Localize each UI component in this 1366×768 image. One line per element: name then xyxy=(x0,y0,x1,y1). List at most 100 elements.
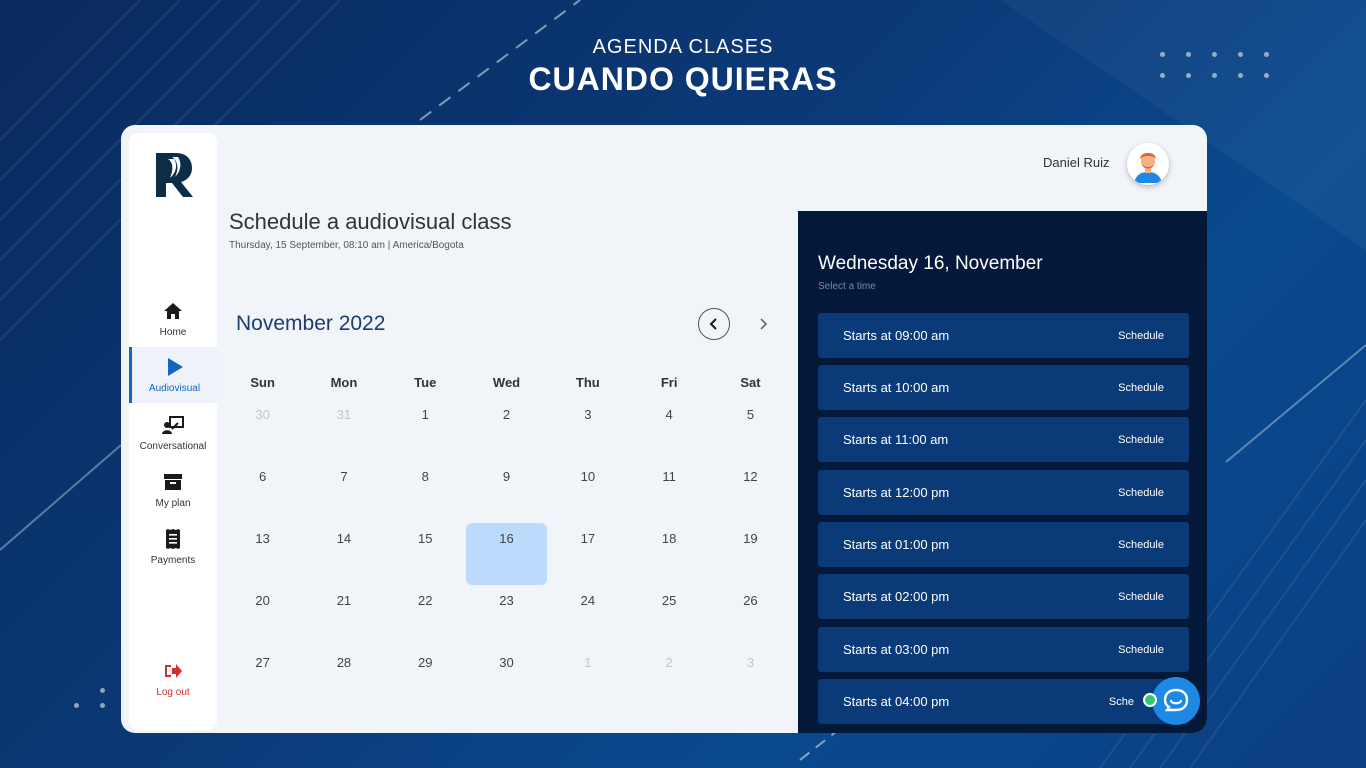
prev-month-button[interactable] xyxy=(698,308,730,340)
calendar-day[interactable]: 19 xyxy=(710,523,791,585)
time-slot[interactable]: Starts at 01:00 pm Schedule xyxy=(818,522,1189,567)
sidebar-item-home[interactable]: Home xyxy=(129,291,217,347)
slot-time: Starts at 03:00 pm xyxy=(843,642,950,657)
schedule-button[interactable]: Schedule xyxy=(1118,330,1164,342)
chat-widget-button[interactable] xyxy=(1152,677,1200,725)
weekday-label: Wed xyxy=(492,375,521,390)
schedule-button[interactable]: Sche xyxy=(1109,696,1134,708)
sidebar-item-audiovisual[interactable]: Audiovisual xyxy=(129,347,217,403)
time-slot[interactable]: Starts at 03:00 pm Schedule xyxy=(818,627,1189,672)
calendar-day[interactable]: 18 xyxy=(628,523,709,585)
schedule-button[interactable]: Schedule xyxy=(1118,539,1164,551)
weekday-label: Mon xyxy=(330,375,358,390)
time-slot[interactable]: Starts at 11:00 am Schedule xyxy=(818,417,1189,462)
calendar-day[interactable]: 15 xyxy=(385,523,466,585)
calendar-month: November 2022 xyxy=(236,312,386,335)
logout-label: Log out xyxy=(156,687,190,698)
calendar-day[interactable]: 3 xyxy=(547,399,628,461)
next-month-button[interactable] xyxy=(753,311,773,337)
weekday-label: Sat xyxy=(740,375,761,390)
slot-time: Starts at 12:00 pm xyxy=(843,485,950,500)
calendar-day[interactable]: 9 xyxy=(466,461,547,523)
calendar-day[interactable]: 25 xyxy=(628,585,709,647)
weekday-label: Sun xyxy=(250,375,275,390)
sidebar-item-label: My plan xyxy=(155,498,191,509)
weekday-label: Tue xyxy=(414,375,437,390)
app-window: Home Audiovisual Conversational My plan … xyxy=(121,125,1207,733)
calendar-day[interactable]: 21 xyxy=(303,585,384,647)
schedule-button[interactable]: Schedule xyxy=(1118,591,1164,603)
archive-icon xyxy=(162,471,184,493)
calendar-day-outside: 3 xyxy=(746,655,755,670)
schedule-button[interactable]: Schedule xyxy=(1118,644,1164,656)
calendar-day[interactable]: 7 xyxy=(303,461,384,523)
calendar-day[interactable]: 23 xyxy=(466,585,547,647)
chevron-right-icon xyxy=(760,318,768,330)
calendar-day[interactable]: 26 xyxy=(710,585,791,647)
sidebar-item-label: Home xyxy=(159,327,187,338)
sidebar-item-label: Conversational xyxy=(139,441,207,452)
home-icon xyxy=(162,300,184,322)
sidebar-item-label: Payments xyxy=(150,555,196,566)
brand-logo xyxy=(156,153,193,197)
calendar-day[interactable]: 28 xyxy=(303,647,384,709)
calendar-day-outside: 2 xyxy=(665,655,673,670)
user-name: Daniel Ruiz xyxy=(1043,155,1110,170)
calendar-week: 6 7 8 9 10 11 12 xyxy=(222,461,791,523)
time-slot[interactable]: Starts at 12:00 pm Schedule xyxy=(818,470,1189,515)
logout-button[interactable]: Log out xyxy=(129,651,217,707)
calendar-day[interactable]: 29 xyxy=(385,647,466,709)
calendar-weekdays: Sun Mon Tue Wed Thu Fri Sat xyxy=(222,369,791,399)
chat-board-icon xyxy=(162,414,184,436)
calendar-day[interactable]: 13 xyxy=(222,523,303,585)
online-status-dot xyxy=(1143,693,1157,707)
weekday-label: Thu xyxy=(575,375,600,390)
calendar-day[interactable]: 8 xyxy=(385,461,466,523)
calendar-day[interactable]: 4 xyxy=(628,399,709,461)
calendar-week: 30 31 1 2 3 4 5 xyxy=(222,399,791,461)
calendar-day[interactable]: 24 xyxy=(547,585,628,647)
sidebar: Home Audiovisual Conversational My plan … xyxy=(129,133,217,730)
sidebar-item-conversational[interactable]: Conversational xyxy=(129,405,217,461)
calendar-day[interactable]: 17 xyxy=(547,523,628,585)
calendar-day[interactable]: 1 xyxy=(385,399,466,461)
time-slot-panel: Wednesday 16, November Select a time Sta… xyxy=(798,211,1207,733)
decor-dots xyxy=(1160,52,1269,78)
calendar-week: 13 14 15 16 17 18 19 xyxy=(222,523,791,585)
time-slot[interactable]: Starts at 04:00 pm Sche xyxy=(818,679,1189,724)
slot-time: Starts at 09:00 am xyxy=(843,328,950,343)
slot-time: Starts at 02:00 pm xyxy=(843,589,950,604)
calendar-day[interactable]: 14 xyxy=(303,523,384,585)
calendar-day-outside: 31 xyxy=(336,407,352,422)
slot-time: Starts at 01:00 pm xyxy=(843,537,950,552)
calendar-day[interactable]: 27 xyxy=(222,647,303,709)
schedule-button[interactable]: Schedule xyxy=(1118,434,1164,446)
calendar-day[interactable]: 30 xyxy=(466,647,547,709)
calendar-day-selected[interactable]: 16 xyxy=(465,523,548,585)
decor-dots-left xyxy=(74,688,105,708)
page-subtitle: Thursday, 15 September, 08:10 am | Ameri… xyxy=(229,240,464,251)
calendar-day[interactable]: 20 xyxy=(222,585,303,647)
slot-time: Starts at 11:00 am xyxy=(843,432,949,447)
calendar-day[interactable]: 11 xyxy=(628,461,709,523)
play-icon xyxy=(164,356,186,378)
time-slot[interactable]: Starts at 10:00 am Schedule xyxy=(818,365,1189,410)
calendar-day[interactable]: 10 xyxy=(547,461,628,523)
slot-time: Starts at 10:00 am xyxy=(843,380,950,395)
sidebar-item-payments[interactable]: Payments xyxy=(129,519,217,575)
selected-date-title: Wednesday 16, November xyxy=(818,253,1043,274)
calendar-day[interactable]: 22 xyxy=(385,585,466,647)
time-slot[interactable]: Starts at 09:00 am Schedule xyxy=(818,313,1189,358)
time-slot[interactable]: Starts at 02:00 pm Schedule xyxy=(818,574,1189,619)
avatar[interactable] xyxy=(1127,143,1169,185)
calendar-day[interactable]: 12 xyxy=(710,461,791,523)
sidebar-item-my-plan[interactable]: My plan xyxy=(129,462,217,518)
calendar-day[interactable]: 5 xyxy=(710,399,791,461)
schedule-button[interactable]: Schedule xyxy=(1118,382,1164,394)
schedule-button[interactable]: Schedule xyxy=(1118,487,1164,499)
calendar-day[interactable]: 2 xyxy=(466,399,547,461)
chat-bubble-icon xyxy=(1163,688,1189,712)
calendar-day[interactable]: 6 xyxy=(222,461,303,523)
page-title: Schedule a audiovisual class xyxy=(229,209,512,234)
calendar-day-outside: 30 xyxy=(255,407,270,422)
